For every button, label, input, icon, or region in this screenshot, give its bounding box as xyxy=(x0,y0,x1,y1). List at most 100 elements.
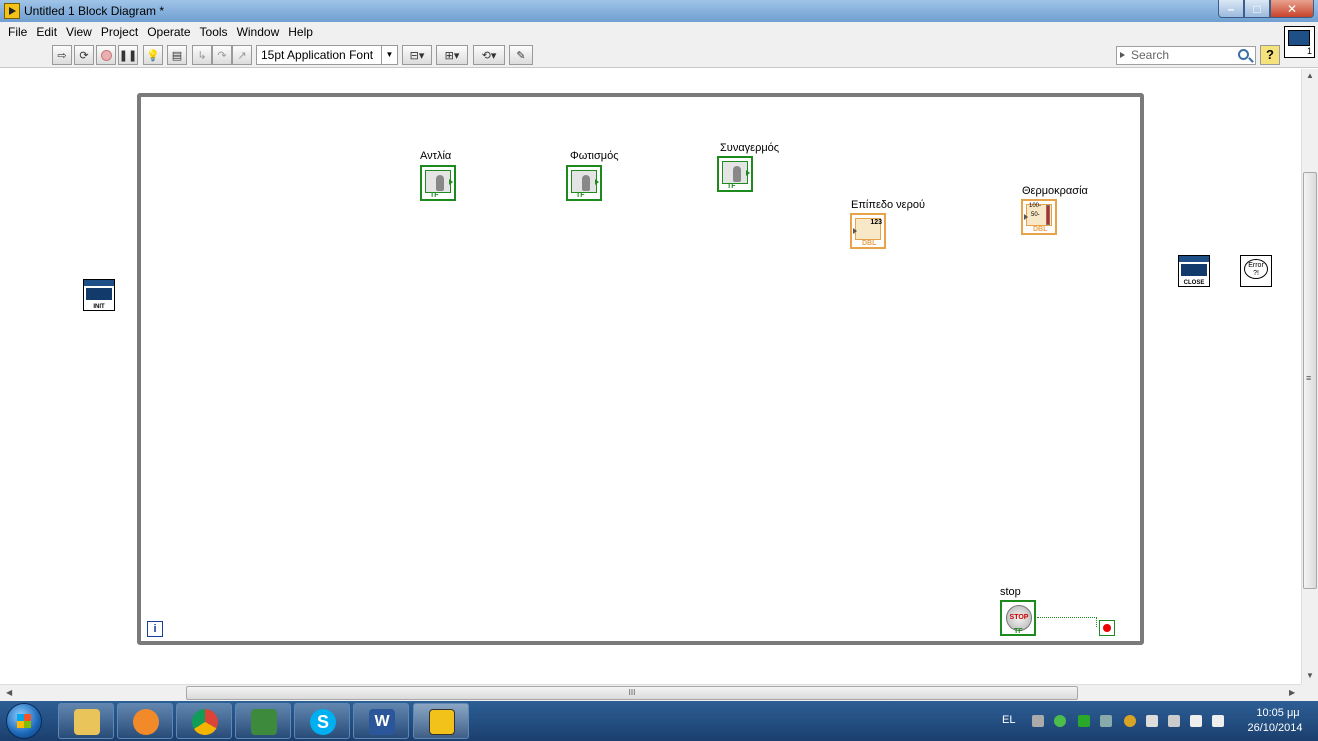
boolean-wire[interactable] xyxy=(1037,617,1097,627)
font-select[interactable]: 15pt Application Font ▼ xyxy=(256,45,398,65)
folder-icon xyxy=(74,709,100,735)
taskbar-device-manager[interactable] xyxy=(235,703,291,739)
vertical-grip-icon: ≡ xyxy=(1306,373,1312,383)
taskbar-file-explorer[interactable] xyxy=(58,703,114,739)
output-terminal-icon xyxy=(595,179,599,185)
tray-battery-icon[interactable] xyxy=(1078,715,1090,727)
arduino-close-subvi[interactable]: CLOSE xyxy=(1178,255,1210,287)
minimize-button[interactable]: – xyxy=(1218,0,1244,18)
highlight-execution-icon[interactable]: 💡 xyxy=(143,45,163,65)
scroll-down-icon[interactable]: ▼ xyxy=(1306,671,1314,680)
title-bar: Untitled 1 Block Diagram * – □ ✕ xyxy=(0,0,1318,22)
pause-icon[interactable]: ❚❚ xyxy=(118,45,138,65)
alarm-toggle-terminal[interactable]: TF xyxy=(717,156,753,192)
taskbar-labview[interactable] xyxy=(413,703,469,739)
tf-type-label: TF xyxy=(727,183,736,190)
start-button[interactable] xyxy=(6,703,42,739)
subvi-header xyxy=(1179,256,1209,262)
tray-network-icon[interactable] xyxy=(1190,715,1202,727)
taskbar: S W EL 10:05 μμ 26/10/2014 xyxy=(0,701,1318,741)
context-help-button[interactable]: ? xyxy=(1260,45,1280,65)
horizontal-scroll-thumb[interactable]: III xyxy=(186,686,1078,700)
tray-update-icon[interactable] xyxy=(1124,715,1136,727)
scroll-right-icon[interactable]: ▶ xyxy=(1289,688,1295,697)
menu-edit[interactable]: Edit xyxy=(36,25,57,39)
step-out-icon[interactable]: ↗ xyxy=(232,45,252,65)
lighting-label[interactable]: Φωτισμός xyxy=(570,150,619,162)
maximize-button[interactable]: □ xyxy=(1244,0,1270,18)
labview-app-icon[interactable] xyxy=(4,3,20,19)
abort-icon[interactable] xyxy=(96,45,116,65)
tray-device-icon[interactable] xyxy=(1100,715,1112,727)
clock-date[interactable]: 26/10/2014 xyxy=(1240,722,1310,734)
stop-label[interactable]: stop xyxy=(1000,586,1021,598)
window-controls: – □ ✕ xyxy=(1218,0,1314,18)
while-loop[interactable]: i xyxy=(137,93,1144,645)
pump-toggle-terminal[interactable]: TF xyxy=(420,165,456,201)
thermo-scale-mid: 50- xyxy=(1031,212,1040,218)
menu-help[interactable]: Help xyxy=(288,25,313,39)
menu-file[interactable]: File xyxy=(8,25,27,39)
distribute-objects-icon[interactable]: ⊞▾ xyxy=(436,45,468,65)
scroll-up-icon[interactable]: ▲ xyxy=(1306,71,1314,80)
water-level-label[interactable]: Επίπεδο νερού xyxy=(851,199,925,211)
menu-tools[interactable]: Tools xyxy=(200,25,228,39)
language-indicator[interactable]: EL xyxy=(1002,714,1015,726)
close-button[interactable]: ✕ xyxy=(1270,0,1314,18)
search-arrow-icon xyxy=(1120,52,1125,58)
loop-iteration-terminal[interactable]: i xyxy=(147,621,163,637)
taskbar-skype[interactable]: S xyxy=(294,703,350,739)
tray-flag-icon[interactable] xyxy=(1146,715,1158,727)
arduino-init-subvi[interactable]: INIT xyxy=(83,279,115,311)
vi-icon[interactable]: 1 xyxy=(1284,26,1315,58)
reorder-icon[interactable]: ⟲▾ xyxy=(473,45,505,65)
scroll-left-icon[interactable]: ◀ xyxy=(6,688,12,697)
run-continuously-icon[interactable]: ⟳ xyxy=(74,45,94,65)
alarm-label[interactable]: Συναγερμός xyxy=(720,142,779,154)
run-arrow-icon[interactable]: ⇨ xyxy=(52,45,72,65)
toolbar: ⇨ ⟳ ❚❚ 💡 ▤ ↳ ↷ ↗ 15pt Application Font ▼… xyxy=(0,41,1318,68)
stop-button-terminal[interactable]: STOP TF xyxy=(1000,600,1036,636)
toggle-switch-icon xyxy=(571,170,597,193)
menu-project[interactable]: Project xyxy=(101,25,138,39)
search-icon[interactable] xyxy=(1238,49,1249,60)
menu-operate[interactable]: Operate xyxy=(147,25,190,39)
taskbar-word[interactable]: W xyxy=(353,703,409,739)
pump-label[interactable]: Αντλία xyxy=(420,150,451,162)
step-over-icon[interactable]: ↷ xyxy=(212,45,232,65)
tray-volume-icon[interactable] xyxy=(1212,715,1224,727)
numeric-type-label: 123 xyxy=(870,219,882,226)
clock-time[interactable]: 10:05 μμ xyxy=(1248,707,1308,719)
water-level-indicator-terminal[interactable]: 123 DBL xyxy=(850,213,886,249)
menu-window[interactable]: Window xyxy=(237,25,280,39)
tray-security-icon[interactable] xyxy=(1054,715,1066,727)
temperature-indicator-terminal[interactable]: 100- 50- DBL xyxy=(1021,199,1057,235)
tray-printer-icon[interactable] xyxy=(1032,715,1044,727)
horizontal-scrollbar[interactable]: ◀ III ▶ xyxy=(0,684,1301,701)
lighting-toggle-terminal[interactable]: TF xyxy=(566,165,602,201)
search-input[interactable]: Search xyxy=(1116,46,1256,65)
system-tray: EL 10:05 μμ 26/10/2014 xyxy=(1000,701,1318,741)
retain-wire-values-icon[interactable]: ▤ xyxy=(167,45,187,65)
skype-icon: S xyxy=(310,709,336,735)
menu-view[interactable]: View xyxy=(66,25,92,39)
output-terminal-icon xyxy=(449,179,453,185)
taskbar-chrome[interactable] xyxy=(176,703,232,739)
step-into-icon[interactable]: ↳ xyxy=(192,45,212,65)
align-objects-icon[interactable]: ⊟▾ xyxy=(402,45,432,65)
search-placeholder: Search xyxy=(1131,48,1170,62)
clean-up-diagram-icon[interactable]: ✎ xyxy=(509,45,533,65)
loop-condition-terminal[interactable] xyxy=(1099,620,1115,636)
block-diagram-canvas[interactable]: INIT i Αντλία TF Φωτισμός TF Συναγερμός … xyxy=(0,69,1301,684)
menu-bar: File Edit View Project Operate Tools Win… xyxy=(0,22,1318,41)
simple-error-handler-subvi[interactable]: Error ?! xyxy=(1240,255,1272,287)
tray-usb-icon[interactable] xyxy=(1168,715,1180,727)
vertical-scroll-thumb[interactable]: ≡ xyxy=(1303,172,1317,589)
media-player-icon xyxy=(133,709,159,735)
font-select-value: 15pt Application Font xyxy=(261,48,374,62)
taskbar-media-player[interactable] xyxy=(117,703,173,739)
toggle-switch-icon xyxy=(425,170,451,193)
chrome-icon xyxy=(192,709,218,735)
temperature-label[interactable]: Θερμοκρασία xyxy=(1022,185,1088,197)
vertical-scrollbar[interactable]: ▲ ≡ ▼ xyxy=(1301,69,1318,684)
